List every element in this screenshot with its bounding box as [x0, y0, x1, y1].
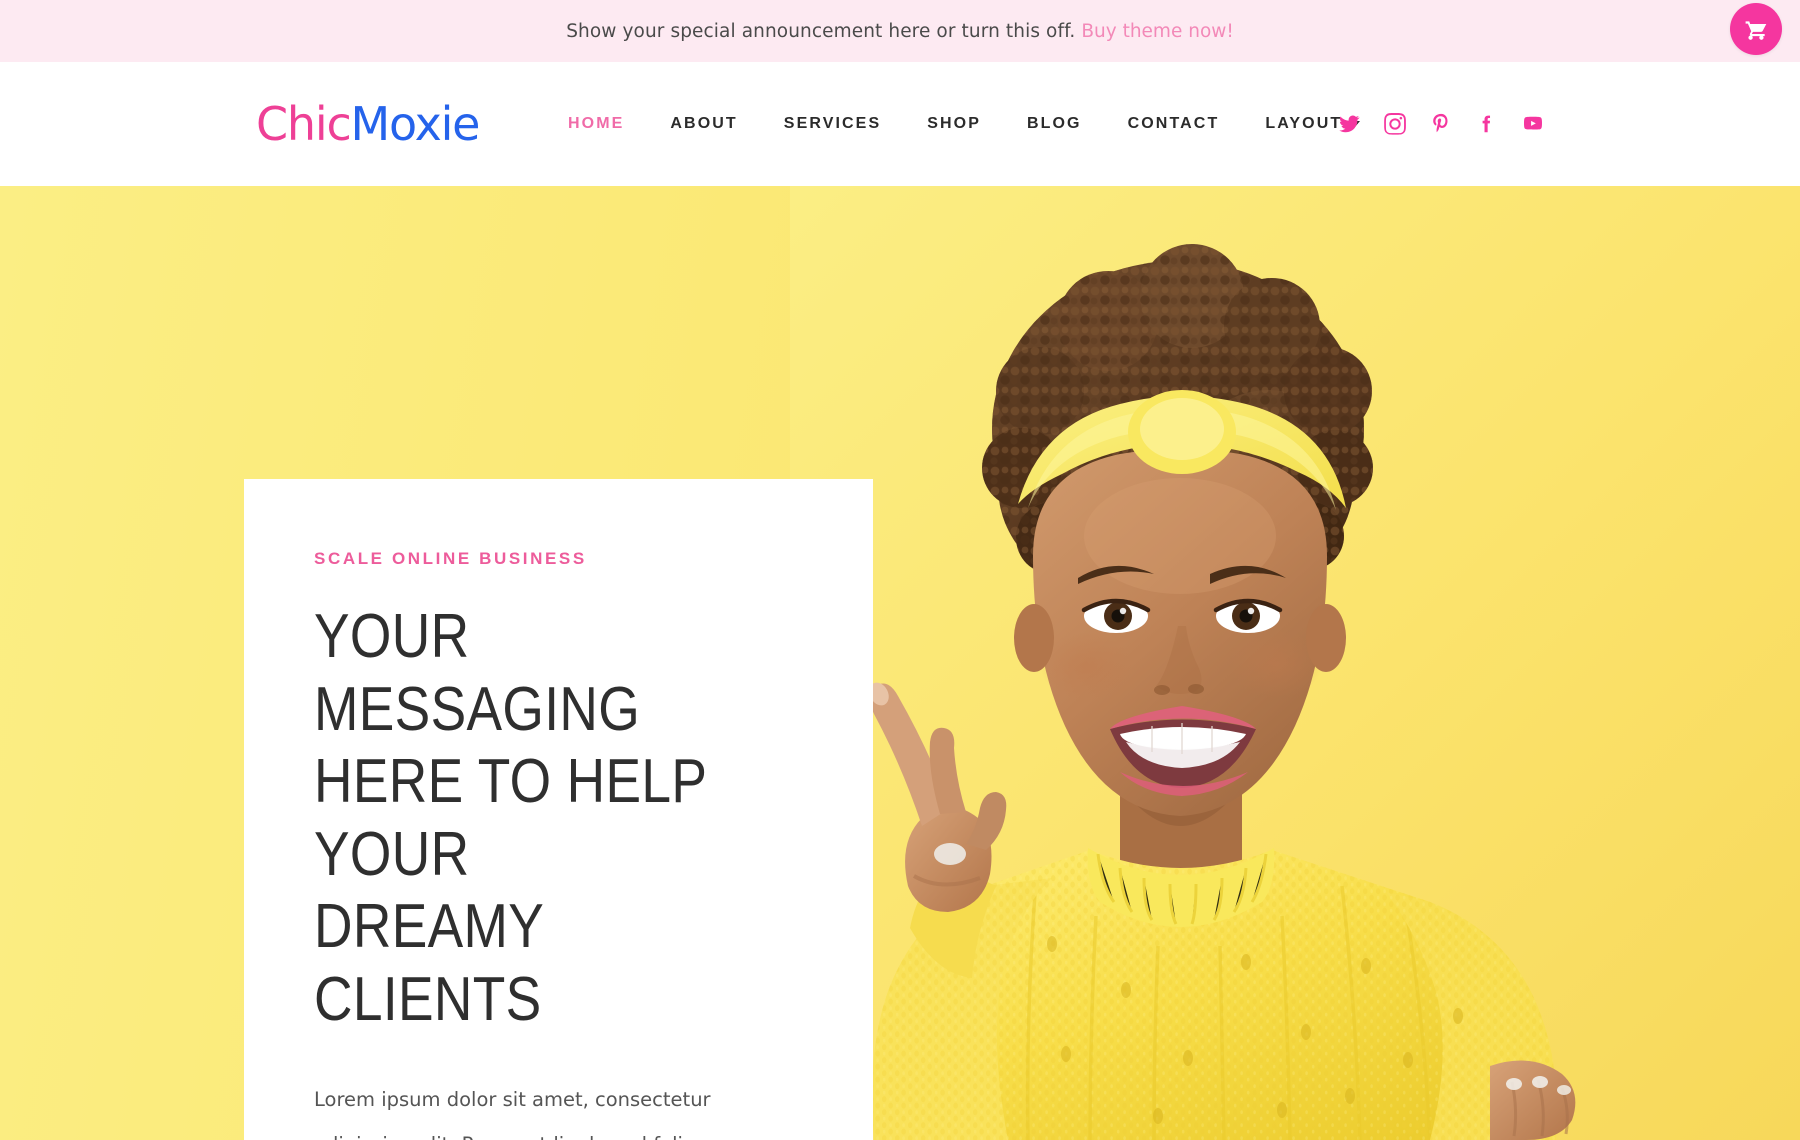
- youtube-icon[interactable]: [1522, 113, 1544, 135]
- instagram-icon[interactable]: [1384, 113, 1406, 135]
- site-header: ChicMoxie HOME ABOUT SERVICES SHOP BLOG …: [0, 62, 1800, 186]
- nav-label-contact: CONTACT: [1127, 115, 1220, 132]
- nav-item-home[interactable]: HOME: [545, 105, 647, 143]
- facebook-icon[interactable]: [1476, 113, 1498, 135]
- nav-label-home: HOME: [568, 115, 625, 132]
- twitter-icon[interactable]: [1338, 113, 1360, 135]
- nav-label-shop: SHOP: [927, 115, 981, 132]
- logo-text-chic: Chic: [256, 97, 352, 151]
- site-logo[interactable]: ChicMoxie: [256, 101, 480, 147]
- hero-image: [790, 186, 1800, 1140]
- nav-label-services: SERVICES: [783, 115, 882, 132]
- buy-theme-link[interactable]: Buy theme now!: [1081, 21, 1233, 42]
- announcement-bar: Show your special announcement here or t…: [0, 0, 1800, 62]
- hero-title: YOUR MESSAGING HERE TO HELP YOUR DREAMY …: [314, 602, 707, 1034]
- nav-label-layout: LAYOUT: [1265, 115, 1343, 132]
- main-navigation: HOME ABOUT SERVICES SHOP BLOG CONTACT LA…: [545, 105, 1383, 143]
- pinterest-icon[interactable]: [1430, 113, 1452, 135]
- nav-label-blog: BLOG: [1026, 115, 1082, 132]
- hero-eyebrow: SCALE ONLINE BUSINESS: [314, 549, 587, 568]
- hero-paragraph: Lorem ipsum dolor sit amet, consectetur …: [314, 1088, 711, 1140]
- announcement-text: Show your special announcement here or t…: [566, 20, 1076, 42]
- nav-label-about: ABOUT: [670, 115, 738, 132]
- shopping-cart-icon: [1743, 16, 1769, 42]
- nav-item-services[interactable]: SERVICES: [761, 105, 904, 143]
- nav-item-contact[interactable]: CONTACT: [1105, 105, 1243, 143]
- nav-item-about[interactable]: ABOUT: [647, 105, 760, 143]
- social-links: [1338, 113, 1544, 135]
- page-root: Show your special announcement here or t…: [0, 0, 1800, 1140]
- nav-item-shop[interactable]: SHOP: [904, 105, 1004, 143]
- hero-section: SCALE ONLINE BUSINESS YOUR MESSAGING HER…: [0, 186, 1800, 1140]
- cart-button[interactable]: [1730, 3, 1782, 55]
- logo-text-moxie: Moxie: [350, 97, 481, 151]
- hero-card: SCALE ONLINE BUSINESS YOUR MESSAGING HER…: [244, 479, 873, 1140]
- nav-item-blog[interactable]: BLOG: [1004, 105, 1105, 143]
